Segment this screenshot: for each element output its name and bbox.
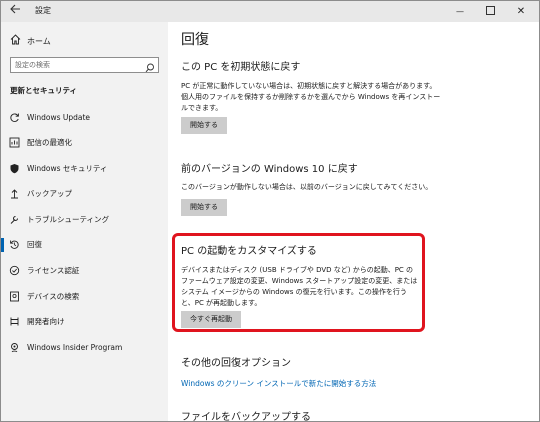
arrow-left-icon [10,4,20,14]
sidebar-item-windows-security[interactable]: Windows セキュリティ [1,159,168,179]
wrench-icon [8,214,20,226]
find-device-icon [8,291,20,303]
sidebar-item-label: 開発者向け [27,317,65,326]
minimize-icon: — [456,7,464,16]
developer-icon [8,316,20,328]
sidebar-item-label: Windows セキュリティ [27,164,108,173]
search-icon[interactable] [145,59,155,73]
minimize-button[interactable]: — [446,1,474,22]
sidebar-item-windows-insider[interactable]: Windows Insider Program [1,338,168,358]
sidebar-item-label: デバイスの検索 [27,292,80,301]
sidebar-item-label: Windows Update [27,113,91,122]
close-button[interactable]: ✕ [507,1,535,22]
sidebar-item-recovery[interactable]: 回復 [1,235,168,255]
clean-install-link[interactable]: Windows のクリーン インストールで新たに開始する方法 [181,378,376,389]
settings-window: 設定 — ✕ ホーム 更新とセキュリティ Windows Update [0,0,540,422]
reset-pc-description: PC が正常に動作していない場合は、初期状態に戻すと解決する場合があります。個人… [181,82,441,112]
back-button[interactable] [8,3,22,19]
home-icon [9,34,21,51]
insider-icon [8,342,20,354]
sidebar-item-delivery-optimization[interactable]: 配信の最適化 [1,133,168,153]
maximize-button[interactable] [476,1,504,22]
sidebar-item-for-developers[interactable]: 開発者向け [1,312,168,332]
go-back-description: このバージョンが動作しない場合は、以前のバージョンに戻してみてください。 [181,183,433,191]
restart-now-button[interactable]: 今すぐ再起動 [181,311,241,328]
delivery-optimization-icon [8,137,20,149]
recovery-icon [8,239,20,251]
check-circle-icon [8,265,20,277]
maximize-icon [485,5,495,15]
title-bar: 設定 — ✕ [1,1,539,22]
sidebar: ホーム 更新とセキュリティ Windows Update 配信の最適化 [1,22,168,421]
reset-pc-heading: この PC を初期状態に戻す [181,62,301,73]
sidebar-item-troubleshoot[interactable]: トラブルシューティング [1,210,168,230]
sidebar-item-label: トラブルシューティング [27,215,110,224]
reset-pc-start-button[interactable]: 開始する [181,117,227,134]
sidebar-home-label: ホーム [27,37,51,46]
close-icon: ✕ [516,6,526,17]
search-input[interactable] [15,59,135,71]
sidebar-item-label: バックアップ [27,189,72,198]
sidebar-item-label: 回復 [27,240,42,249]
settings-search [10,57,159,73]
advanced-startup-description: デバイスまたはディスク (USB ドライブや DVD など) からの起動、PC … [181,266,418,307]
sidebar-item-label: 配信の最適化 [27,138,72,147]
window-title: 設定 [35,6,51,15]
main-content: 回復 この PC を初期状態に戻す PC が正常に動作していない場合は、初期状態… [168,22,539,422]
shield-icon [8,163,20,175]
go-back-heading: 前のバージョンの Windows 10 に戻す [181,164,358,175]
sidebar-item-label: Windows Insider Program [27,343,123,352]
sidebar-item-activation[interactable]: ライセンス認証 [1,261,168,281]
backup-files-heading: ファイルをバックアップする [181,412,311,422]
sidebar-item-label: ライセンス認証 [27,266,80,275]
sidebar-section-title: 更新とセキュリティ [10,86,78,95]
sidebar-item-windows-update[interactable]: Windows Update [1,108,168,128]
go-back-start-button[interactable]: 開始する [181,199,227,216]
active-indicator [1,238,4,252]
sidebar-item-backup[interactable]: バックアップ [1,184,168,204]
backup-icon [8,188,20,200]
advanced-startup-heading: PC の起動をカスタマイズする [181,246,317,257]
more-recovery-options-heading: その他の回復オプション [181,358,291,369]
sidebar-item-find-my-device[interactable]: デバイスの検索 [1,287,168,307]
refresh-icon [8,112,20,124]
page-title: 回復 [181,32,209,48]
